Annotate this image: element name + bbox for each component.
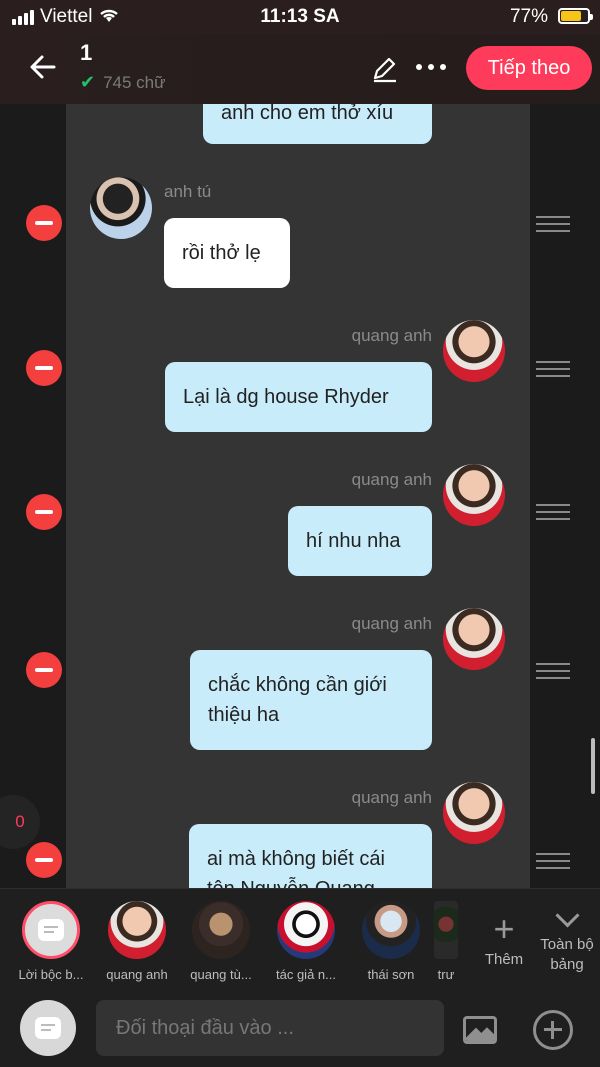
avatar bbox=[277, 901, 335, 959]
avatar[interactable] bbox=[443, 782, 505, 844]
story-header: 1 ✔ 745 chữ Tiếp theo bbox=[0, 34, 600, 104]
character-label: quang anh bbox=[106, 967, 168, 982]
checkmark-icon: ✔ bbox=[80, 72, 96, 92]
add-character-label: Thêm bbox=[484, 951, 524, 968]
all-board-button[interactable]: Toàn bộ bảng bbox=[534, 907, 600, 975]
drag-handle-icon[interactable] bbox=[536, 504, 570, 520]
pencil-icon[interactable] bbox=[370, 54, 400, 84]
character-item[interactable]: quang anh bbox=[96, 901, 178, 982]
character-item[interactable]: tác giả n... bbox=[265, 901, 347, 982]
sender-name: quang anh bbox=[351, 326, 432, 345]
message-bubble[interactable]: anh cho em thở xíu bbox=[203, 104, 432, 144]
message-text: ai mà không biết cái tên Nguyễn Quang bbox=[207, 848, 385, 888]
message-text: hí nhu nha bbox=[306, 530, 401, 552]
message-text: anh cho em thở xíu bbox=[221, 104, 394, 124]
avatar[interactable] bbox=[443, 320, 505, 382]
next-button[interactable]: Tiếp theo bbox=[466, 46, 592, 90]
message-text: Lại là dg house Rhyder bbox=[183, 386, 389, 408]
add-character-button[interactable]: + Thêm bbox=[478, 908, 530, 969]
message-bubble[interactable]: chắc không cần giới thiệu ha bbox=[190, 650, 432, 750]
message-bubble[interactable]: rồi thở lẹ bbox=[164, 218, 290, 288]
narrator-toggle-button[interactable] bbox=[20, 1000, 76, 1056]
avatar[interactable] bbox=[90, 177, 152, 239]
message-bubble[interactable]: hí nhu nha bbox=[288, 506, 432, 576]
narrator-icon bbox=[35, 1017, 61, 1039]
all-board-label: Toàn bộ bảng bbox=[540, 936, 594, 973]
chat-area[interactable]: anh cho em thở xíu anh tú rồi thở lẹ qua… bbox=[0, 104, 600, 888]
character-label: trư bbox=[437, 967, 455, 982]
message-text: chắc không cần giới thiệu ha bbox=[208, 674, 387, 726]
sender-name: quang anh bbox=[351, 788, 432, 807]
delete-message-button[interactable] bbox=[26, 205, 62, 241]
sender-name: quang anh bbox=[351, 614, 432, 633]
character-label: Lời bộc b... bbox=[18, 967, 84, 982]
word-count: ✔ 745 chữ bbox=[80, 72, 166, 93]
character-label: thái sơn bbox=[367, 967, 415, 982]
scrollbar[interactable] bbox=[591, 738, 595, 794]
avatar bbox=[192, 901, 250, 959]
character-bar: Lời bộc b... quang anh quang tù... tác g… bbox=[0, 888, 600, 991]
message-text: rồi thở lẹ bbox=[182, 242, 261, 264]
avatar[interactable] bbox=[443, 464, 505, 526]
battery-icon bbox=[558, 8, 593, 24]
more-options-icon[interactable] bbox=[416, 64, 446, 70]
drag-handle-icon[interactable] bbox=[536, 853, 570, 869]
delete-message-button[interactable] bbox=[26, 350, 62, 386]
message-bubble[interactable]: ai mà không biết cái tên Nguyễn Quang bbox=[189, 824, 432, 888]
battery-percent: 77% bbox=[509, 6, 548, 27]
drag-handle-icon[interactable] bbox=[536, 663, 570, 679]
add-circle-icon[interactable] bbox=[533, 1010, 573, 1050]
back-arrow-icon[interactable] bbox=[28, 52, 58, 82]
plus-icon: + bbox=[493, 908, 515, 949]
dialogue-input[interactable] bbox=[96, 1000, 444, 1056]
avatar bbox=[362, 901, 420, 959]
character-item[interactable]: thái sơn bbox=[350, 901, 432, 982]
drag-handle-icon[interactable] bbox=[536, 216, 570, 232]
sender-name: quang anh bbox=[351, 470, 432, 489]
word-count-label: 745 chữ bbox=[103, 72, 166, 92]
message-bubble[interactable]: Lại là dg house Rhyder bbox=[165, 362, 432, 432]
chevron-down-icon bbox=[556, 907, 578, 929]
sender-name: anh tú bbox=[164, 182, 212, 201]
character-narrator[interactable]: Lời bộc b... bbox=[10, 901, 92, 982]
delete-message-button[interactable] bbox=[26, 842, 62, 878]
delete-message-button[interactable] bbox=[26, 652, 62, 688]
character-item[interactable]: quang tù... bbox=[180, 901, 262, 982]
character-label: quang tù... bbox=[190, 967, 252, 982]
chapter-title: 1 bbox=[80, 40, 93, 65]
avatar[interactable] bbox=[443, 608, 505, 670]
avatar bbox=[108, 901, 166, 959]
character-item[interactable]: trư bbox=[426, 901, 466, 982]
image-icon[interactable] bbox=[463, 1016, 497, 1044]
avatar bbox=[434, 901, 458, 959]
drag-handle-icon[interactable] bbox=[536, 361, 570, 377]
narrator-icon bbox=[22, 901, 80, 959]
delete-message-button[interactable] bbox=[26, 494, 62, 530]
status-bar: Viettel 11:13 SA 77% bbox=[0, 0, 600, 34]
character-label: tác giả n... bbox=[276, 967, 336, 982]
input-bar bbox=[0, 990, 600, 1067]
